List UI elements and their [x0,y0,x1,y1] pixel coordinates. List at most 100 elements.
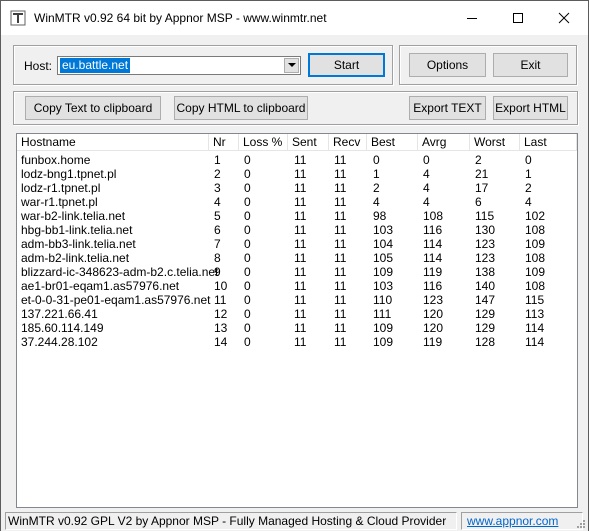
cell-loss: 0 [244,293,251,307]
start-button[interactable]: Start [308,53,385,77]
host-dropdown-button[interactable] [284,58,299,73]
cell-worst: 140 [475,279,496,293]
cell-sent: 11 [294,167,307,181]
cell-last: 108 [525,251,546,265]
cell-avrg: 116 [423,279,443,293]
table-row[interactable]: hbg-bb1-link.telia.net 6 0 11 11 103 116 130 108 [17,223,577,237]
header-col-best[interactable]: Best [367,134,418,151]
cell-nr: 6 [214,223,221,237]
cell-best: 109 [373,265,394,279]
options-button[interactable]: Options [409,53,486,77]
table-row[interactable]: lodz-bng1.tpnet.pl 2 0 11 11 1 4 21 1 [17,167,577,181]
cell-nr: 12 [214,307,228,321]
cell-nr: 11 [214,293,227,307]
cell-worst: 128 [475,335,496,349]
cell-loss: 0 [244,181,251,195]
copy-text-button[interactable]: Copy Text to clipboard [25,96,161,120]
host-combobox[interactable]: eu.battle.net [57,56,301,75]
export-text-button[interactable]: Export TEXT [409,96,486,120]
cell-worst: 138 [475,265,496,279]
header-col-hostname[interactable]: Hostname [17,134,209,151]
table-row[interactable]: et-0-0-31-pe01-eqam1.as57976.net 11 0 11 11 1… [17,293,577,307]
cell-hostname: war-b2-link.telia.net [21,209,126,223]
cell-loss: 0 [244,265,251,279]
header-col-avrg[interactable]: Avrg [418,134,470,151]
cell-nr: 9 [214,265,221,279]
cell-worst: 123 [475,251,496,265]
cell-worst: 17 [475,181,489,195]
cell-sent: 11 [294,335,307,349]
cell-hostname: 37.244.28.102 [21,335,98,349]
cell-recv: 11 [334,209,347,223]
cell-best: 110 [373,293,393,307]
header-col-nr[interactable]: Nr [209,134,239,151]
cell-last: 113 [525,307,545,321]
cell-last: 0 [525,153,532,167]
cell-loss: 0 [244,237,251,251]
copy-html-button[interactable]: Copy HTML to clipboard [174,96,308,120]
cell-best: 2 [373,181,380,195]
cell-loss: 0 [244,153,251,167]
title-bar[interactable]: WinMTR v0.92 64 bit by Appnor MSP - www.… [1,1,588,35]
app-icon[interactable] [10,10,26,26]
cell-best: 109 [373,335,394,349]
chevron-down-icon [287,63,296,67]
cell-nr: 13 [214,321,228,335]
cell-recv: 11 [334,279,347,293]
header-col-sent[interactable]: Sent [288,134,329,151]
cell-last: 115 [525,293,545,307]
appnor-link[interactable]: www.appnor.com [467,514,558,528]
table-row[interactable]: adm-bb3-link.telia.net 7 0 11 11 104 114 123 109 [17,237,577,251]
table-row[interactable]: funbox.home 1 0 11 11 0 0 2 0 [17,153,577,167]
cell-avrg: 120 [423,307,444,321]
cell-hostname: funbox.home [21,153,91,167]
cell-sent: 11 [294,153,307,167]
export-html-button[interactable]: Export HTML [493,96,568,120]
cell-last: 109 [525,237,546,251]
header-col-last[interactable]: Last [520,134,577,151]
cell-worst: 2 [475,153,482,167]
table-row[interactable]: 137.221.66.41 12 0 11 11 111 120 129 113 [17,307,577,321]
cell-nr: 2 [214,167,221,181]
minimize-button[interactable] [449,1,495,35]
cell-recv: 11 [334,153,347,167]
cell-avrg: 4 [423,167,430,181]
cell-loss: 0 [244,321,251,335]
header-col-worst[interactable]: Worst [470,134,520,151]
table-row[interactable]: blizzard-ic-348623-adm-b2.c.telia.net 9 0 1… [17,265,577,279]
cell-sent: 11 [294,223,307,237]
table-row[interactable]: lodz-r1.tpnet.pl 3 0 11 11 2 4 17 2 [17,181,577,195]
close-icon [558,12,570,24]
cell-worst: 123 [475,237,496,251]
cell-avrg: 119 [423,265,443,279]
cell-worst: 6 [475,195,482,209]
header-col-loss[interactable]: Loss % [239,134,288,151]
cell-worst: 129 [475,307,496,321]
cell-hostname: blizzard-ic-348623-adm-b2.c.telia.net [21,265,219,279]
maximize-button[interactable] [495,1,541,35]
resize-grip-icon[interactable] [576,519,586,529]
cell-best: 111 [373,307,392,321]
winmtr-window: WinMTR v0.92 64 bit by Appnor MSP - www.… [0,0,589,531]
trace-table[interactable]: Hostname Nr Loss % Sent Recv Best Avrg Worst Las… [16,133,578,508]
cell-worst: 21 [475,167,489,181]
table-row[interactable]: 185.60.114.149 13 0 11 11 109 120 129 114 [17,321,577,335]
cell-hostname: 185.60.114.149 [21,321,104,335]
table-row[interactable]: war-b2-link.telia.net 5 0 11 11 98 108 115 102 [17,209,577,223]
table-row[interactable]: ae1-br01-eqam1.as57976.net 10 0 11 11 103 116 1… [17,279,577,293]
cell-recv: 11 [334,307,347,321]
close-button[interactable] [541,1,587,35]
cell-sent: 11 [294,209,307,223]
header-col-recv[interactable]: Recv [329,134,367,151]
cell-hostname: et-0-0-31-pe01-eqam1.as57976.net [21,293,211,307]
host-input[interactable]: eu.battle.net [60,58,131,73]
table-row[interactable]: adm-b2-link.telia.net 8 0 11 11 105 114 123 108 [17,251,577,265]
exit-button[interactable]: Exit [493,53,568,77]
cell-last: 4 [525,195,532,209]
table-row[interactable]: 37.244.28.102 14 0 11 11 109 119 128 114 [17,335,577,349]
status-bar: WinMTR v0.92 GPL V2 by Appnor MSP - Full… [1,510,588,531]
cell-nr: 10 [214,279,228,293]
table-row[interactable]: war-r1.tpnet.pl 4 0 11 11 4 4 6 4 [17,195,577,209]
cell-sent: 11 [294,307,307,321]
cell-hostname: ae1-br01-eqam1.as57976.net [21,279,180,293]
